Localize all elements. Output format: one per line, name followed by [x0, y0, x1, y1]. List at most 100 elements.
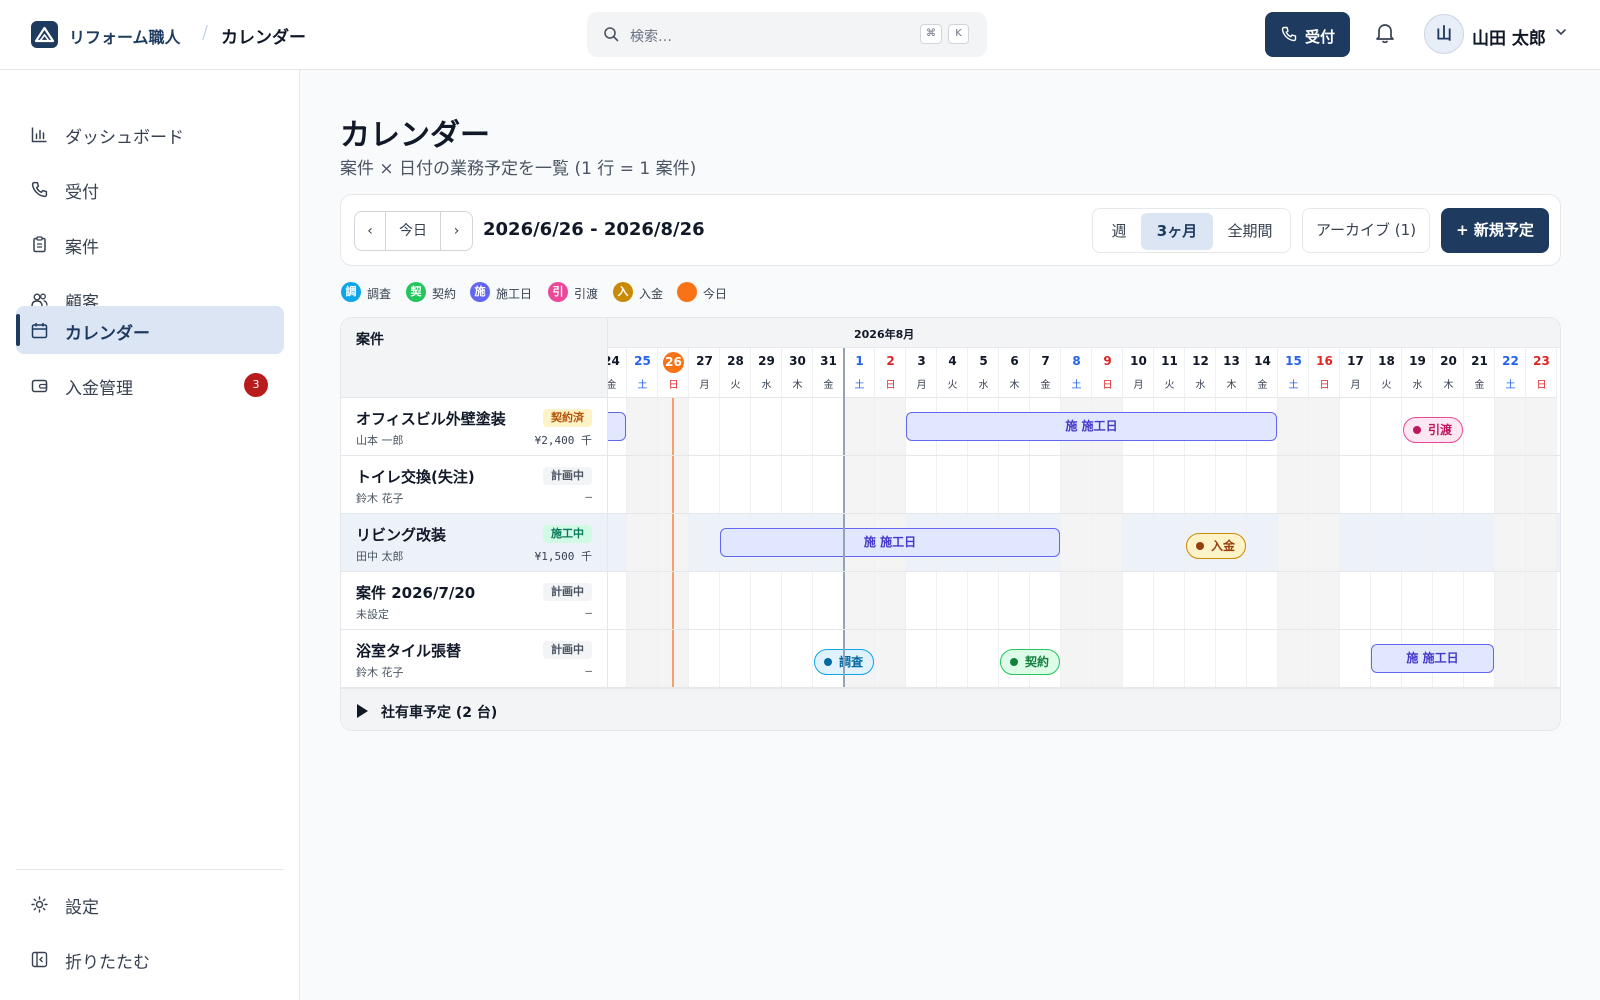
- day-column[interactable]: [627, 398, 658, 688]
- view-3month-button[interactable]: 3ヶ月: [1141, 213, 1213, 250]
- day-column[interactable]: [1309, 398, 1340, 688]
- case-row[interactable]: 浴室タイル張替 鈴木 花子 計画中 –: [341, 630, 608, 688]
- day-header[interactable]: 14 金: [1247, 348, 1278, 398]
- day-header[interactable]: 20 木: [1433, 348, 1464, 398]
- search-input[interactable]: 検索…: [630, 26, 672, 46]
- construction-event-bar[interactable]: 施 施工日: [720, 528, 1060, 557]
- company-vehicle-toggle[interactable]: 社有車予定 (2 台): [341, 688, 1560, 730]
- day-header[interactable]: 1土: [844, 348, 875, 398]
- today-dot-icon: [677, 282, 697, 302]
- sidebar-item-payments[interactable]: 入金管理 3: [16, 361, 284, 409]
- day-header[interactable]: 16 日: [1309, 348, 1340, 398]
- day-column[interactable]: [1154, 398, 1185, 688]
- construction-event-bar[interactable]: [608, 412, 626, 441]
- day-header[interactable]: 22 土: [1495, 348, 1526, 398]
- case-row[interactable]: 案件 2026/7/20 未設定 計画中 –: [341, 572, 608, 630]
- day-header[interactable]: 12 水: [1185, 348, 1216, 398]
- sidebar-item-dashboard[interactable]: ダッシュボード: [16, 110, 284, 158]
- archive-button[interactable]: アーカイブ (1): [1302, 208, 1430, 253]
- search-box[interactable]: 検索… ⌘ K: [587, 12, 987, 57]
- day-header[interactable]: 18 火: [1371, 348, 1402, 398]
- day-header[interactable]: 9日: [1092, 348, 1123, 398]
- day-header[interactable]: 29 水: [751, 348, 782, 398]
- app-logo[interactable]: [31, 21, 58, 48]
- row-divider: [341, 455, 1560, 456]
- case-amount: –: [585, 490, 592, 503]
- sidebar-item-settings[interactable]: 設定: [16, 880, 284, 928]
- construction-event-bar[interactable]: 施 施工日: [906, 412, 1277, 441]
- day-column[interactable]: [1061, 398, 1092, 688]
- notifications-button[interactable]: [1375, 22, 1395, 48]
- day-header[interactable]: 10 月: [1123, 348, 1154, 398]
- day-header[interactable]: 4火: [937, 348, 968, 398]
- day-header[interactable]: 3月: [906, 348, 937, 398]
- day-number: 27: [696, 354, 713, 368]
- day-number: 21: [1471, 354, 1488, 368]
- day-header[interactable]: 24 金: [608, 348, 627, 398]
- weekday-label: 土: [1071, 380, 1082, 391]
- day-header[interactable]: 8土: [1061, 348, 1092, 398]
- weekday-label: 日: [1536, 380, 1547, 391]
- case-row[interactable]: オフィスビル外壁塗装 山本 一郎 契約済 ¥2,400 千: [341, 398, 608, 456]
- day-header[interactable]: 19 水: [1402, 348, 1433, 398]
- avatar[interactable]: 山: [1424, 14, 1464, 54]
- day-column[interactable]: [608, 398, 627, 688]
- day-header[interactable]: 31 金: [813, 348, 844, 398]
- day-header[interactable]: 21 金: [1464, 348, 1495, 398]
- weekday-label: 水: [1195, 380, 1206, 391]
- weekday-label: 金: [823, 380, 834, 391]
- handover-event-pill[interactable]: 引渡: [1403, 417, 1464, 443]
- day-header[interactable]: 6木: [999, 348, 1030, 398]
- day-header[interactable]: 15 土: [1278, 348, 1309, 398]
- day-number: 3: [917, 354, 926, 368]
- day-column[interactable]: [1247, 398, 1278, 688]
- today-line: [672, 398, 674, 688]
- day-column[interactable]: [1526, 398, 1557, 688]
- day-header[interactable]: 26 日: [658, 348, 689, 398]
- weekday-label: 土: [1288, 380, 1299, 391]
- case-name: リビング改装: [356, 526, 447, 544]
- today-button[interactable]: 今日: [386, 212, 441, 250]
- sidebar-collapse-button[interactable]: 折りたたむ: [16, 935, 284, 983]
- day-header[interactable]: 2日: [875, 348, 906, 398]
- day-header[interactable]: 25 土: [627, 348, 658, 398]
- day-column[interactable]: [1092, 398, 1123, 688]
- case-row[interactable]: リビング改装 田中 太郎 施工中 ¥1,500 千: [341, 514, 608, 572]
- day-header[interactable]: 23 日: [1526, 348, 1557, 398]
- next-period-button[interactable]: ›: [441, 212, 472, 250]
- date-navigation: ‹ 今日 ›: [354, 211, 473, 251]
- day-header[interactable]: 7金: [1030, 348, 1061, 398]
- contract-event-pill[interactable]: 契約: [1000, 649, 1061, 675]
- construction-event-bar[interactable]: 施 施工日: [1371, 644, 1494, 673]
- sidebar-item-cases[interactable]: 案件: [16, 220, 284, 268]
- case-customer: 山本 一郎: [356, 434, 404, 447]
- new-event-button[interactable]: + 新規予定: [1441, 208, 1549, 253]
- sun-gear-icon: [31, 896, 48, 913]
- view-week-button[interactable]: 週: [1097, 213, 1141, 250]
- receive-call-button[interactable]: 受付: [1265, 12, 1350, 57]
- timeline: 2026年8月 24金25土26日27月28火29水30木31金1土2日3月4火…: [608, 318, 1560, 688]
- case-row[interactable]: トイレ交換(失注) 鈴木 花子 計画中 –: [341, 456, 608, 514]
- weekday-label: 月: [1133, 380, 1144, 391]
- day-column[interactable]: [1123, 398, 1154, 688]
- day-column[interactable]: [1278, 398, 1309, 688]
- day-column[interactable]: [689, 398, 720, 688]
- day-column[interactable]: [1495, 398, 1526, 688]
- sidebar-item-receive[interactable]: 受付: [16, 165, 284, 213]
- prev-period-button[interactable]: ‹: [355, 212, 386, 250]
- sidebar-item-calendar[interactable]: カレンダー: [16, 306, 284, 354]
- day-header[interactable]: 13 木: [1216, 348, 1247, 398]
- day-column[interactable]: [1340, 398, 1371, 688]
- user-name[interactable]: 山田 太郎: [1472, 24, 1546, 49]
- payment-event-pill[interactable]: 入金: [1186, 533, 1247, 559]
- day-header[interactable]: 11 火: [1154, 348, 1185, 398]
- chevron-down-icon[interactable]: [1555, 28, 1567, 36]
- weekday-label: 金: [1257, 380, 1268, 391]
- day-header[interactable]: 17 月: [1340, 348, 1371, 398]
- day-header[interactable]: 27 月: [689, 348, 720, 398]
- day-header[interactable]: 30 木: [782, 348, 813, 398]
- day-header[interactable]: 28 火: [720, 348, 751, 398]
- app-name[interactable]: リフォーム職人: [69, 24, 181, 48]
- view-all-button[interactable]: 全期間: [1213, 213, 1287, 250]
- day-header[interactable]: 5水: [968, 348, 999, 398]
